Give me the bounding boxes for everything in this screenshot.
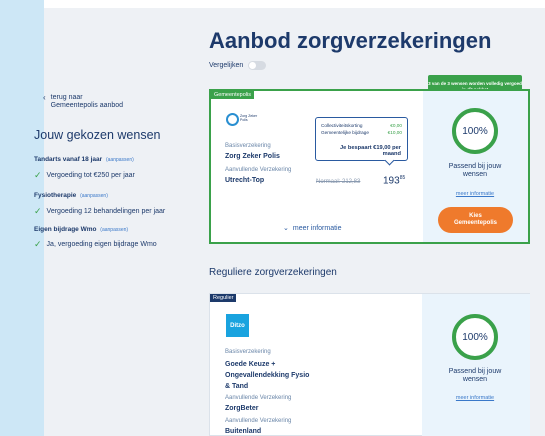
price-euros: 193: [383, 175, 400, 187]
gemeente-label: Gemeentelijke bijdrage: [321, 130, 369, 135]
aanvullend-label: Aanvullende Verzekering: [225, 167, 292, 173]
insurer-logo-word: Polis: [240, 118, 248, 122]
collectief-label: Collectiviteitskorting: [321, 123, 363, 128]
wish-heading-wmo: Eigen bijdrage Wmo (aanpassen): [34, 226, 128, 233]
back-link-line1: terug naar: [50, 94, 83, 101]
aanvullend-value: Utrecht-Top: [225, 177, 265, 184]
edit-link[interactable]: (aanpassen): [106, 157, 134, 163]
basis-value-line: & Tand: [225, 383, 249, 390]
insurer-logo: Ditzo: [226, 314, 249, 337]
page-title: Aanbod zorgverzekeringen: [209, 28, 492, 53]
card-tag: Regulier: [210, 294, 237, 302]
price-cents: 85: [399, 175, 406, 181]
wish-heading-text: Eigen bijdrage Wmo: [34, 226, 97, 233]
top-white-strip: [44, 0, 545, 8]
compare-label: Vergelijken: [209, 62, 244, 69]
kies-line2: Gemeentepolis: [453, 220, 497, 226]
wish-item-text: Vergoeding tot €250 per jaar: [46, 172, 135, 179]
wish-item-text: Ja, vergoeding eigen bijdrage Wmo: [46, 241, 157, 248]
wish-item: ✓ Vergoeding 12 behandelingen per jaar: [34, 207, 165, 216]
savings-box: Collectiviteitskorting €0,00 Gemeentelij…: [315, 117, 408, 161]
chevron-down-icon: ⌄: [283, 225, 289, 232]
wish-item-text: Vergoeding 12 behandelingen per jaar: [46, 208, 166, 215]
meer-informatie-toggle[interactable]: ⌄ meer informatie: [283, 224, 342, 233]
gemeente-value: €10,00: [387, 130, 402, 135]
wish-heading-tandarts: Tandarts vanaf 18 jaar (aanpassen): [34, 156, 134, 163]
insurer-logo-icon: [226, 113, 239, 126]
check-icon: ✓: [34, 239, 42, 249]
basis-value-line: Ongevallendekking Fysio: [225, 372, 310, 379]
wish-heading-text: Tandarts vanaf 18 jaar: [34, 156, 103, 163]
check-icon: ✓: [34, 206, 42, 216]
basis-value: Zorg Zeker Polis: [225, 153, 280, 160]
savings-text: Je bespaart €19,00 per maand: [340, 145, 401, 157]
back-link[interactable]: ‹ terug naar Gemeentepolis aanbod: [43, 94, 123, 110]
match-percentage-ring: 100%: [452, 314, 498, 360]
match-percentage-ring: 100%: [452, 108, 498, 154]
card-tag: Gemeentepolis: [211, 91, 254, 99]
left-edge-strip: [0, 0, 44, 436]
check-icon: ✓: [34, 170, 42, 180]
gemeente-row: Gemeentelijke bijdrage €10,00: [321, 130, 402, 135]
wish-item: ✓ Vergoeding tot €250 per jaar: [34, 171, 135, 180]
collectief-row: Collectiviteitskorting €0,00: [321, 123, 402, 128]
back-link-text: terug naar Gemeentepolis aanbod: [51, 94, 123, 110]
collectief-value: €0,00: [390, 123, 402, 128]
price-old: Normaal: 212,83: [316, 179, 361, 185]
wish-heading-text: Fysiotherapie: [34, 192, 77, 199]
wish-heading-fysiotherapie: Fysiotherapie (aanpassen): [34, 192, 108, 199]
insurer-logo-word: Zeker: [248, 114, 258, 118]
back-link-line2: Gemeentepolis aanbod: [50, 102, 124, 109]
compare-toggle-row: Vergelijken: [209, 61, 267, 70]
insurer-logo-text: Zorg Zeker Polis: [240, 114, 257, 122]
savings-line2: maand: [382, 151, 401, 157]
edit-link[interactable]: (aanpassen): [80, 193, 108, 199]
chevron-left-icon: ‹: [43, 93, 46, 102]
kies-button-label: Kies Gemeentepolis: [454, 213, 497, 227]
aanvullend-label-2: Aanvullende Verzekering: [225, 418, 292, 424]
edit-link[interactable]: (aanpassen): [100, 227, 128, 233]
wishes-title: Jouw gekozen wensen: [34, 128, 161, 142]
kies-gemeentepolis-button[interactable]: Kies Gemeentepolis: [438, 207, 513, 233]
price-main: 19385: [383, 175, 405, 186]
section-title: Reguliere zorgverzekeringen: [209, 267, 337, 278]
compare-toggle[interactable]: [248, 61, 267, 70]
passend-text: Passend bij jouw wensen: [448, 368, 502, 383]
aanvullend-label: Aanvullende Verzekering: [225, 395, 292, 401]
passend-text: Passend bij jouw wensen: [448, 163, 502, 178]
meer-informatie-link[interactable]: meer informatie: [440, 395, 510, 401]
basis-value-line: Goede Keuze +: [225, 361, 276, 368]
meer-informatie-link[interactable]: meer informatie: [440, 191, 510, 197]
aanvullend-value: ZorgBeter: [225, 405, 259, 412]
basis-label: Basisverzekering: [225, 143, 271, 149]
basis-label: Basisverzekering: [225, 349, 271, 355]
aanvullend-value-2: Buitenland: [225, 428, 262, 435]
kies-line1: Kies: [469, 213, 482, 219]
wish-item: ✓ Ja, vergoeding eigen bijdrage Wmo: [34, 240, 157, 249]
meer-informatie-text: meer informatie: [292, 224, 342, 232]
basis-value: Goede Keuze + Ongevallendekking Fysio & …: [225, 359, 309, 392]
